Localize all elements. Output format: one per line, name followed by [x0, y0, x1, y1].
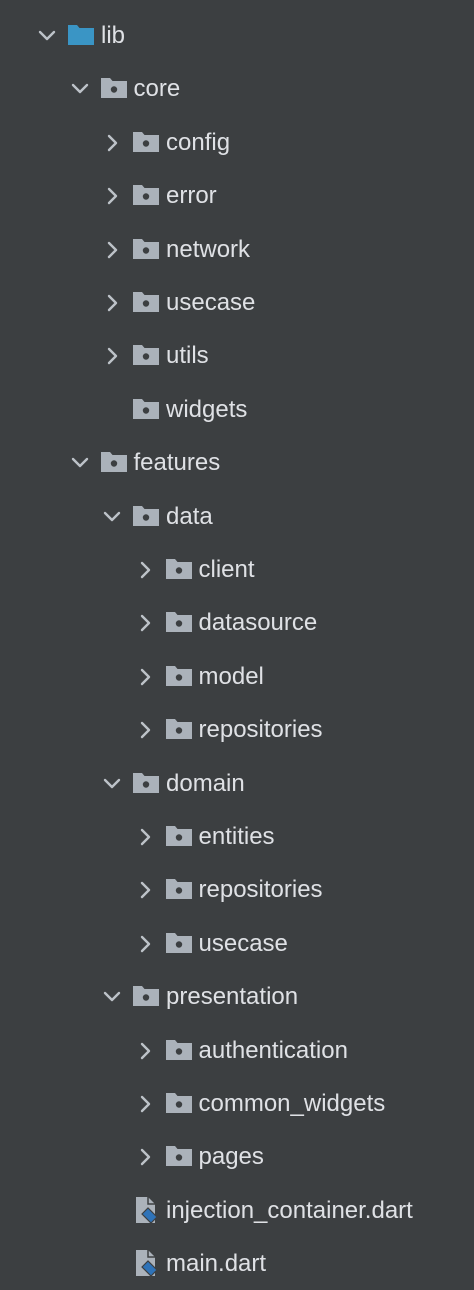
chevron-down-icon[interactable] — [99, 504, 125, 530]
tree-item-injection-container-dart[interactable]: injection_container.dart — [0, 1184, 474, 1237]
tree-item-label: domain — [166, 769, 245, 797]
chevron-right-icon[interactable] — [132, 931, 158, 957]
chevron-right-icon[interactable] — [132, 1038, 158, 1064]
package-folder-icon — [131, 501, 161, 531]
chevron-right-icon[interactable] — [99, 343, 125, 369]
chevron-right-icon[interactable] — [132, 1091, 158, 1117]
project-tree: lib core config error network usecase utils wid… — [0, 0, 474, 1286]
tree-item-repositories[interactable]: repositories — [0, 863, 474, 916]
tree-item-utils[interactable]: utils — [0, 329, 474, 382]
tree-item-datasource[interactable]: datasource — [0, 596, 474, 649]
package-folder-icon — [131, 180, 161, 210]
package-folder-icon — [164, 607, 194, 637]
chevron-right-icon[interactable] — [99, 130, 125, 156]
tree-item-client[interactable]: client — [0, 543, 474, 596]
package-folder-icon — [164, 1088, 194, 1118]
tree-item-label: repositories — [198, 876, 323, 904]
dart-file-icon — [131, 1195, 161, 1225]
tree-item-widgets[interactable]: widgets — [0, 383, 474, 436]
tree-item-label: main.dart — [166, 1250, 267, 1278]
package-folder-icon — [164, 661, 194, 691]
chevron-down-icon[interactable] — [67, 76, 93, 102]
tree-item-data[interactable]: data — [0, 490, 474, 543]
tree-item-repositories[interactable]: repositories — [0, 703, 474, 756]
package-folder-icon — [131, 981, 161, 1011]
tree-item-usecase[interactable]: usecase — [0, 276, 474, 329]
package-folder-icon — [164, 714, 194, 744]
package-folder-icon — [131, 768, 161, 798]
chevron-down-icon[interactable] — [34, 23, 60, 49]
tree-item-label: config — [166, 128, 231, 156]
tree-item-authentication[interactable]: authentication — [0, 1024, 474, 1077]
chevron-right-icon[interactable] — [132, 824, 158, 850]
tree-item-label: authentication — [198, 1036, 348, 1064]
tree-item-label: usecase — [166, 289, 256, 316]
tree-item-label: error — [166, 182, 217, 210]
tree-item-label: features — [133, 449, 221, 477]
tree-item-core[interactable]: core — [0, 62, 474, 115]
package-folder-icon — [164, 821, 194, 851]
package-folder-icon — [164, 1035, 194, 1065]
package-folder-icon — [131, 340, 161, 370]
tree-item-label: injection_container.dart — [166, 1196, 413, 1224]
tree-item-label: common_widgets — [198, 1090, 386, 1117]
tree-item-features[interactable]: features — [0, 436, 474, 489]
tree-item-config[interactable]: config — [0, 116, 474, 169]
package-folder-icon — [131, 127, 161, 157]
tree-item-label: data — [166, 502, 213, 530]
dart-file-icon — [131, 1248, 161, 1278]
chevron-right-icon[interactable] — [132, 664, 158, 690]
tree-item-label: core — [133, 75, 181, 103]
tree-item-label: model — [198, 662, 264, 690]
tree-item-entities[interactable]: entities — [0, 810, 474, 863]
source-folder-icon — [66, 20, 96, 50]
package-folder-icon — [131, 287, 161, 317]
package-folder-icon — [131, 234, 161, 264]
tree-item-label: utils — [166, 342, 209, 370]
chevron-down-icon[interactable] — [99, 771, 125, 797]
tree-item-model[interactable]: model — [0, 650, 474, 703]
package-folder-icon — [164, 1141, 194, 1171]
tree-item-network[interactable]: network — [0, 223, 474, 276]
chevron-right-icon[interactable] — [132, 717, 158, 743]
chevron-right-icon[interactable] — [132, 877, 158, 903]
tree-item-label: presentation — [166, 983, 299, 1011]
chevron-right-icon[interactable] — [99, 237, 125, 263]
tree-item-label: network — [166, 235, 251, 263]
chevron-right-icon[interactable] — [132, 610, 158, 636]
chevron-right-icon[interactable] — [99, 290, 125, 316]
tree-item-label: client — [198, 556, 255, 583]
tree-item-domain[interactable]: domain — [0, 757, 474, 810]
package-folder-icon — [164, 554, 194, 584]
chevron-right-icon[interactable] — [99, 183, 125, 209]
chevron-right-icon[interactable] — [132, 1144, 158, 1170]
package-folder-icon — [99, 447, 129, 477]
chevron-right-icon[interactable] — [132, 557, 158, 583]
chevron-down-icon[interactable] — [67, 450, 93, 476]
package-folder-icon — [131, 394, 161, 424]
tree-item-label: pages — [198, 1143, 264, 1171]
package-folder-icon — [164, 874, 194, 904]
tree-item-label: repositories — [198, 716, 323, 744]
tree-item-usecase[interactable]: usecase — [0, 917, 474, 970]
package-folder-icon — [164, 928, 194, 958]
tree-item-label: entities — [198, 823, 275, 850]
tree-item-main-dart[interactable]: main.dart — [0, 1237, 474, 1290]
tree-item-label: datasource — [198, 609, 318, 637]
tree-item-label: usecase — [198, 929, 288, 957]
tree-item-common-widgets[interactable]: common_widgets — [0, 1077, 474, 1130]
tree-item-label: widgets — [166, 395, 248, 423]
tree-item-label: lib — [101, 22, 126, 49]
package-folder-icon — [99, 73, 129, 103]
chevron-down-icon[interactable] — [99, 984, 125, 1010]
tree-item-pages[interactable]: pages — [0, 1130, 474, 1183]
tree-item-lib[interactable]: lib — [0, 9, 474, 62]
tree-item-error[interactable]: error — [0, 169, 474, 222]
tree-item-presentation[interactable]: presentation — [0, 970, 474, 1023]
